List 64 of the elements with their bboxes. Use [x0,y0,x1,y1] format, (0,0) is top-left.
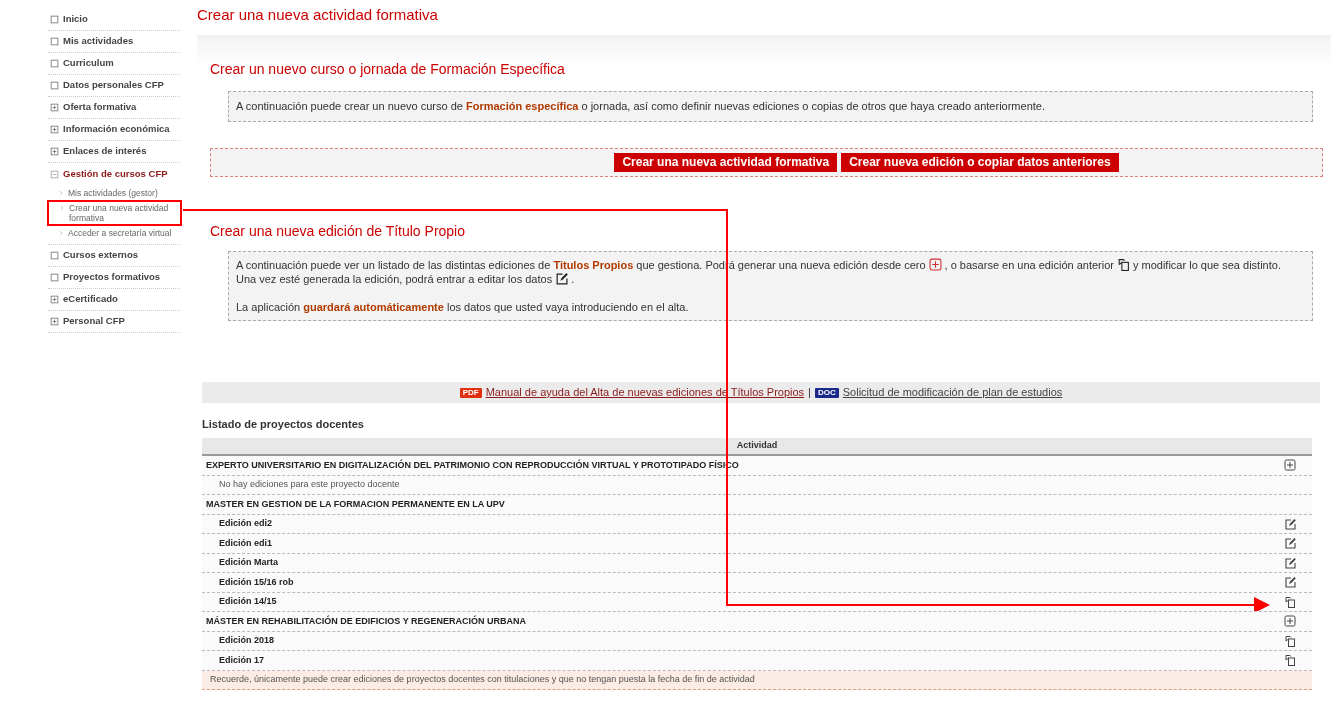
sidebar-item[interactable]: Oferta formativa [63,100,137,115]
chevron-icon [58,230,64,236]
highlighted-submenu-item[interactable]: Crear una nueva actividad formativa [49,202,180,224]
bullet-square-icon [50,81,59,90]
sidebar-item[interactable]: Inicio [63,12,88,27]
sidebar-item[interactable]: Proyectos formativos [63,270,161,285]
add-icon[interactable] [1284,459,1296,472]
table-title: Listado de proyectos docentes [202,417,365,430]
edition-name: Edición 17 [218,653,264,667]
empty-message: No hay ediciones para este proyecto docente [218,478,400,491]
separator: | [808,385,811,401]
sidebar-item[interactable]: Mis actividades [63,34,134,49]
section-heading: Crear un nuevo curso o jornada de Formación Específica [210,60,566,79]
info-text: . [571,271,575,286]
page-title: Crear una nueva actividad formativa [197,5,439,25]
bullet-square-icon [50,251,59,260]
file-type-badge: PDF [459,387,482,398]
edition-name: Edición edi1 [218,536,272,550]
info-text: y modificar lo que sea distinto. [1132,257,1281,272]
bullet-square-icon [50,59,59,68]
copy-icon[interactable] [1284,634,1296,647]
sidebar-item[interactable]: Curriculum [63,56,114,71]
edition-name: Edición edi2 [218,517,272,530]
bullet-square-icon [50,273,59,282]
column-header: Actividad [736,439,778,453]
add-icon[interactable] [1284,615,1296,628]
section-heading: Crear una nueva edición de Título Propio [210,221,466,241]
info-text: , o basarse en una edición anterior [944,257,1114,272]
project-name: MÁSTER EN REHABILITACIÓN DE EDIFICIOS Y REGENERACIÓN URBANA [205,614,527,628]
edit-icon[interactable] [1284,537,1296,550]
sidebar-item[interactable]: Gestión de cursos CFP [63,166,168,182]
sidebar-item[interactable]: eCertificado [63,292,118,307]
chevron-icon [59,205,65,211]
sidebar-item[interactable]: Enlaces de interés [63,144,147,159]
edit-icon[interactable] [1284,517,1296,530]
sidebar-item[interactable]: Cursos externos [63,248,138,263]
file-type-badge: DOC [814,387,839,398]
document-link[interactable]: Solicitud de modificación de plan de estudios [842,384,1063,401]
edition-name: Edición 2018 [218,634,275,647]
chevron-icon [58,190,64,196]
sidebar-item[interactable]: Personal CFP [63,314,125,329]
submenu-item[interactable]: Acceder a secretaría virtual [48,225,180,241]
copy-icon [1116,258,1130,271]
bullet-square-icon [50,37,59,46]
info-text: Una vez esté generada la edición, podrá entrar a editar los datos [236,271,553,286]
copy-icon[interactable] [1284,654,1296,667]
edition-name: Edición 15/16 rob [218,575,294,589]
edition-name: Edición Marta [218,556,278,569]
edition-name: Edición 14/15 [218,595,277,608]
info-text: La aplicación guardará automáticamente los datos que usted vaya introduciendo en el alta. [236,299,690,314]
project-name: MASTER EN GESTION DE LA FORMACION PERMANENTE EN LA UPV [205,497,505,511]
footer-note: Recuerde, únicamente puede crear ediciones de proyectos docentes con titulaciones y que no tengan puesta la fecha de fin de actividad [202,670,1312,690]
add-icon [928,258,942,271]
edit-icon[interactable] [1284,556,1296,569]
sidebar-item[interactable]: Información económica [63,122,170,137]
edit-icon [555,272,569,285]
copy-icon[interactable] [1284,595,1296,608]
action-button[interactable]: Crear nueva edición o copiar datos anteriores [841,152,1119,172]
bullet-square-icon [50,15,59,24]
edit-icon[interactable] [1284,576,1296,589]
sidebar-item[interactable]: Datos personales CFP [63,78,164,93]
submenu-item[interactable]: Mis actividades (gestor) [48,185,180,201]
info-text: A continuación puede crear un nuevo curso de Formación específica o jornada, así como definir nuevas ediciones o copias de otros que haya creado anteriormente. [236,100,1045,112]
action-button[interactable]: Crear una nueva actividad formativa [614,152,838,172]
